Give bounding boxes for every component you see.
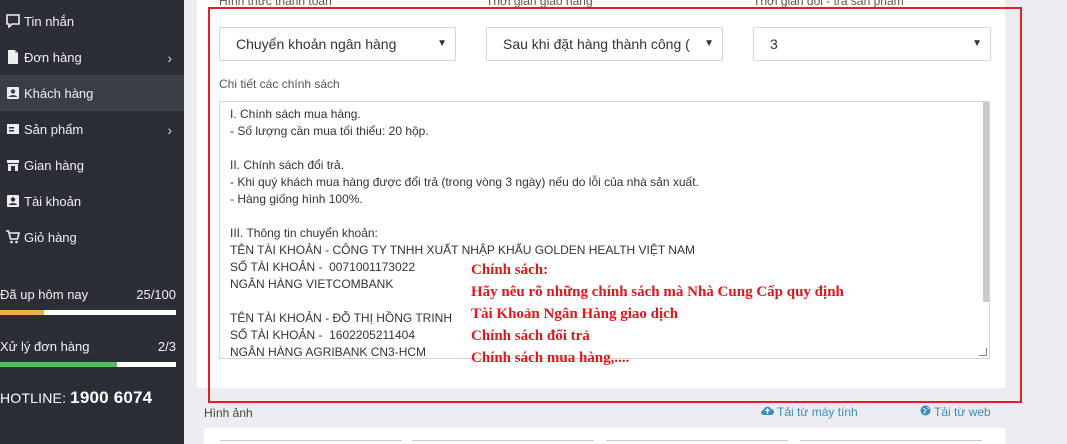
- sidebar: Tin nhắn Đơn hàng › Khách hàng Sản phẩm …: [0, 0, 184, 444]
- policy-line: I. Chính sách mua hàng.: [230, 107, 361, 121]
- policy-line: - Khi quý khách mua hàng được đổi trả (t…: [230, 175, 699, 189]
- image-slot[interactable]: [412, 440, 594, 444]
- store-icon: [6, 158, 20, 172]
- resize-handle-icon[interactable]: [979, 348, 987, 356]
- progress-fill: [0, 310, 44, 315]
- hotline-number: 1900 6074: [70, 388, 153, 407]
- annotation-line: Chính sách đổi trả: [471, 328, 590, 344]
- stat-value: 25/100: [136, 287, 176, 302]
- images-label: Hình ảnh: [204, 406, 253, 420]
- cloud-upload-icon: [761, 405, 774, 419]
- file-icon: [6, 50, 20, 64]
- user-icon: [6, 194, 20, 208]
- annotation-line: Chính sách mua hàng,....: [471, 350, 630, 366]
- sidebar-item-label: Khách hàng: [24, 85, 94, 101]
- payment-method-label: Hình thức thanh toán: [219, 0, 332, 8]
- progress-fill: [0, 362, 118, 367]
- select-value: 3: [770, 36, 778, 52]
- select-value: Sau khi đặt hàng thành công (: [503, 36, 690, 52]
- sidebar-item-label: Sản phẩm: [24, 121, 84, 137]
- annotation-line: Hãy nêu rõ những chính sách mà Nhà Cung …: [471, 284, 844, 300]
- caret-down-icon: ▼: [972, 38, 982, 49]
- hotline: HOTLINE: 1900 6074: [0, 388, 152, 408]
- stat-label: Xử lý đơn hàng: [0, 339, 90, 354]
- chat-icon: [6, 14, 20, 29]
- policy-line: III. Thông tin chuyển khoản:: [230, 226, 378, 240]
- product-icon: [6, 122, 20, 136]
- policy-line: [230, 208, 979, 225]
- image-slots: [204, 428, 1005, 444]
- return-time-select[interactable]: 3 ▼: [753, 27, 991, 61]
- return-time-label: Thời gian đổi - trả sản phẩm: [753, 0, 904, 8]
- upload-computer-label: Tải từ máy tính: [777, 405, 858, 419]
- caret-down-icon: ▼: [704, 38, 714, 49]
- sidebar-item-store[interactable]: Gian hàng: [0, 147, 184, 183]
- stat-value: 2/3: [157, 339, 176, 354]
- progress-bar: [0, 362, 176, 367]
- policy-details-label: Chi tiết các chính sách: [219, 77, 340, 91]
- annotation-note: Chính sách: Hãy nêu rõ những chính sách m…: [471, 259, 844, 369]
- payment-method-select[interactable]: Chuyển khoản ngân hàng ▼: [219, 27, 456, 61]
- policy-line: TÊN TÀI KHOẢN - CÔNG TY TNHH XUẤT NHẬP K…: [230, 243, 695, 257]
- policy-line: - Hàng giống hình 100%.: [230, 192, 363, 206]
- sidebar-item-account[interactable]: Tài khoản: [0, 183, 184, 219]
- progress-bar: [0, 310, 176, 315]
- sidebar-item-cart[interactable]: Giỏ hàng: [0, 219, 184, 255]
- delivery-time-label: Thời gian giao hàng: [486, 0, 593, 8]
- hotline-label: HOTLINE:: [0, 390, 67, 406]
- stat-orders-processed: Xử lý đơn hàng 2/3: [0, 339, 184, 367]
- sidebar-item-orders[interactable]: Đơn hàng ›: [0, 39, 184, 75]
- sidebar-item-label: Giỏ hàng: [24, 229, 77, 245]
- annotation-line: Tài Khoản Ngân Hàng giao dịch: [471, 306, 679, 322]
- chevron-right-icon: ›: [167, 122, 172, 138]
- policy-line: - Số lượng cần mua tối thiểu: 20 hộp.: [230, 124, 429, 138]
- sidebar-item-messages[interactable]: Tin nhắn: [0, 3, 184, 39]
- image-slot[interactable]: [800, 440, 982, 444]
- policy-line: II. Chính sách đổi trả.: [230, 158, 345, 172]
- delivery-time-select[interactable]: Sau khi đặt hàng thành công ( ▼: [486, 27, 723, 61]
- image-slot[interactable]: [220, 440, 402, 444]
- sidebar-item-label: Gian hàng: [24, 157, 84, 173]
- chevron-right-icon: ›: [167, 50, 172, 66]
- upload-from-web-link[interactable]: Tải từ web: [920, 405, 991, 419]
- sidebar-item-label: Đơn hàng: [24, 49, 82, 65]
- select-value: Chuyển khoản ngân hàng: [236, 36, 397, 52]
- contact-card-icon: [6, 86, 20, 100]
- upload-web-label: Tải từ web: [934, 405, 991, 419]
- globe-icon: [920, 405, 931, 419]
- stat-label: Đã up hôm nay: [0, 287, 89, 302]
- sidebar-item-products[interactable]: Sản phẩm ›: [0, 111, 184, 147]
- sidebar-item-customers[interactable]: Khách hàng: [0, 75, 184, 111]
- policy-line: [230, 140, 979, 157]
- upload-from-computer-link[interactable]: Tải từ máy tính: [761, 405, 858, 419]
- scrollbar[interactable]: [983, 102, 989, 302]
- caret-down-icon: ▼: [437, 38, 447, 49]
- stat-uploaded-today: Đã up hôm nay 25/100: [0, 287, 184, 315]
- image-slot[interactable]: [606, 440, 788, 444]
- annotation-line: Chính sách:: [471, 262, 549, 278]
- cart-icon: [6, 230, 21, 244]
- sidebar-item-label: Tài khoản: [24, 193, 82, 209]
- sidebar-item-label: Tin nhắn: [24, 13, 75, 29]
